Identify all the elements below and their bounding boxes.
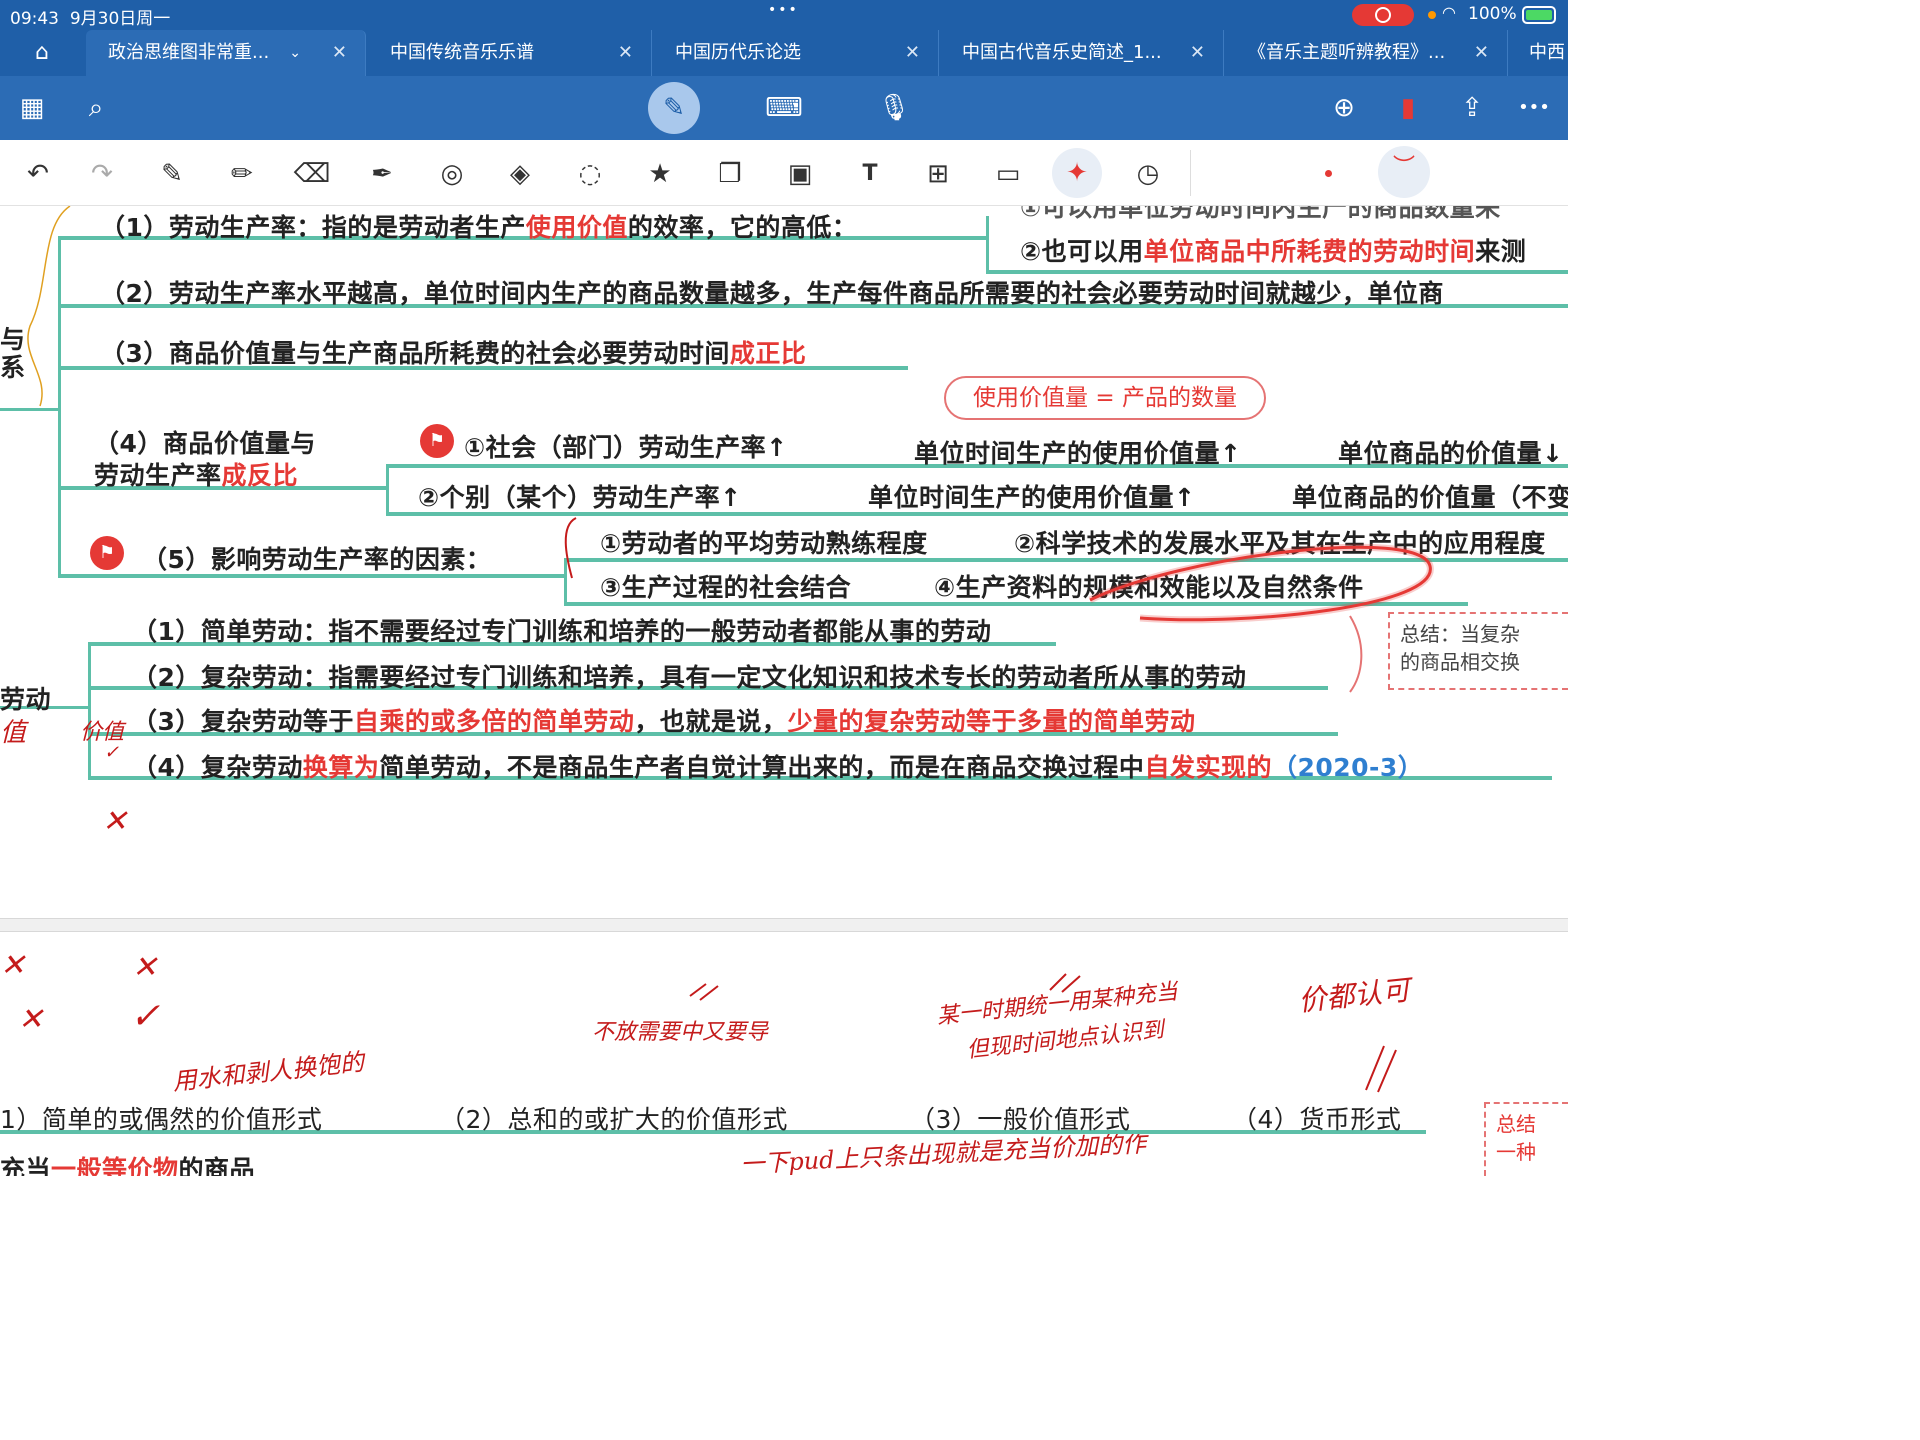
tab-4[interactable]: 《音乐主题听辨教程》... ✕	[1226, 30, 1508, 76]
eraser-icon[interactable]: ⌫	[292, 154, 332, 194]
tab-label: 《音乐主题听辨教程》...	[1248, 42, 1446, 63]
close-tab-icon[interactable]: ✕	[618, 30, 633, 76]
laser-pointer-icon[interactable]: ✦	[1052, 148, 1102, 198]
close-tab-icon[interactable]: ✕	[332, 30, 347, 76]
pencil-tool-icon[interactable]: ✏	[222, 154, 262, 194]
status-time: 09:43 9月30日周一	[10, 9, 171, 29]
toolbar-divider	[1190, 150, 1191, 196]
laser-trail-color[interactable]: ︶	[1378, 146, 1430, 198]
microphone-icon[interactable]: 🎙	[874, 88, 914, 128]
value-form-4: （4）货币形式	[1232, 1105, 1402, 1134]
image-search-icon[interactable]: ⊞	[918, 154, 958, 194]
lasso-icon[interactable]: ◌	[570, 154, 610, 194]
clock-icon[interactable]: ◷	[1128, 154, 1168, 194]
summary-text: 一种	[1496, 1140, 1536, 1164]
bottom-text: 充当一般等价物的商品	[0, 1155, 256, 1176]
tab-label: 中国古代音乐史简述_1...	[962, 42, 1162, 63]
tab-5[interactable]: 中西	[1509, 30, 1568, 76]
highlighter-icon[interactable]: ✒	[362, 154, 402, 194]
tab-2[interactable]: 中国历代乐论选 ✕	[653, 30, 939, 76]
multitask-dots-icon[interactable]: •••	[768, 2, 799, 18]
tab-label: 中国历代乐论选	[675, 42, 801, 63]
summary-box-2: 总结 一种	[1484, 1102, 1568, 1176]
drawing-toolbar: ↶ ↷ ✎ ✏ ⌫ ✒ ◎ ◈ ◌ ★ ❐ ▣ T ⊞ ▭ ✦ ◷	[0, 140, 1568, 206]
battery-icon	[1522, 6, 1556, 24]
chevron-down-icon[interactable]: ⌄	[289, 30, 301, 76]
laser-dot-color[interactable]	[1325, 170, 1332, 177]
close-tab-icon[interactable]: ✕	[1474, 30, 1489, 76]
bookmark-icon[interactable]: ▮	[1388, 88, 1428, 128]
tab-label: 政治思维图非常重...	[108, 42, 270, 63]
search-icon[interactable]: ⌕	[76, 88, 116, 128]
shapes-icon[interactable]: ◈	[500, 154, 540, 194]
more-icon[interactable]: •••	[1514, 88, 1554, 128]
keyboard-icon[interactable]: ⌨	[764, 88, 804, 128]
copy-elements-icon[interactable]: ❐	[710, 154, 750, 194]
share-icon[interactable]: ⇪	[1452, 88, 1492, 128]
sticker-icon[interactable]: ★	[640, 154, 680, 194]
top-toolbar: ▦ ⌕ ✎ ⌨ 🎙 ⊕ ▮ ⇪ •••	[0, 76, 1568, 140]
close-tab-icon[interactable]: ✕	[905, 30, 920, 76]
value-form-1: 1）简单的或偶然的价值形式	[0, 1105, 323, 1134]
pen-tool-icon[interactable]: ✎	[152, 154, 192, 194]
ink-strokes	[27, 206, 1434, 693]
wifi-icon: ◠	[1442, 3, 1456, 22]
image-icon[interactable]: ▣	[780, 154, 820, 194]
add-page-icon[interactable]: ⊕	[1324, 88, 1364, 128]
value-form-3: （3）一般价值形式	[910, 1105, 1131, 1134]
tab-0[interactable]: 政治思维图非常重... ⌄ ✕	[86, 30, 366, 76]
tab-label: 中西	[1529, 42, 1565, 63]
tab-1[interactable]: 中国传统音乐乐谱 ✕	[368, 30, 652, 76]
tab-label: 中国传统音乐乐谱	[390, 42, 534, 63]
mic-indicator-icon	[1428, 11, 1436, 19]
ruler-icon[interactable]: ▭	[988, 154, 1028, 194]
screen-record-icon[interactable]	[1352, 4, 1414, 26]
grid-icon[interactable]: ▦	[12, 88, 52, 128]
home-icon[interactable]: ⌂	[20, 36, 64, 70]
undo-icon[interactable]: ↶	[18, 154, 58, 194]
summary-text: 总结	[1496, 1112, 1536, 1136]
close-tab-icon[interactable]: ✕	[1190, 30, 1205, 76]
tab-bar: ⌂ 政治思维图非常重... ⌄ ✕ 中国传统音乐乐谱 ✕ 中国历代乐论选 ✕ 中…	[0, 30, 1568, 76]
tab-3[interactable]: 中国古代音乐史简述_1... ✕	[940, 30, 1224, 76]
text-tool-icon[interactable]: T	[850, 154, 890, 194]
value-form-2: （2）总和的或扩大的价值形式	[440, 1105, 788, 1134]
pen-mode-icon[interactable]: ✎	[648, 82, 700, 134]
status-bar: 09:43 9月30日周一 ••• ◠ 100%	[0, 0, 1568, 30]
redo-icon[interactable]: ↷	[82, 154, 122, 194]
note-canvas[interactable]: （1）劳动生产率：指的是劳动者生产使用价值的效率，它的高低： ①可以用单位劳动时…	[0, 206, 1568, 1176]
shape-tool-icon[interactable]: ◎	[432, 154, 472, 194]
battery-percent: 100%	[1468, 4, 1517, 24]
